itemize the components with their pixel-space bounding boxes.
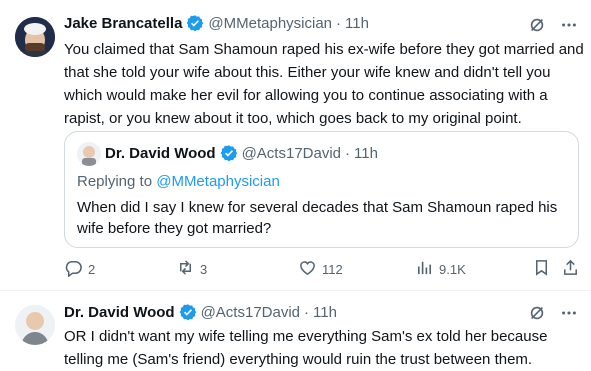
avatar-david[interactable]: [15, 305, 55, 345]
more-icon[interactable]: [559, 15, 579, 35]
reply-icon: [64, 258, 83, 280]
quote-header: Dr. David Wood @Acts17David · 11h: [105, 144, 378, 162]
separator-dot: ·: [304, 303, 310, 321]
quote-timestamp[interactable]: 11h: [354, 145, 378, 162]
views-button[interactable]: 9.1K: [415, 258, 466, 280]
tweet-top-icons: [527, 303, 579, 323]
quote-author-handle[interactable]: @Acts17David: [242, 145, 341, 162]
tweet-header: Dr. David Wood @Acts17David · 11h: [64, 303, 337, 321]
verified-badge-icon: [179, 303, 197, 321]
tweet-top-icons: [527, 15, 579, 35]
like-count: 112: [322, 261, 343, 277]
separator-dot: ·: [345, 144, 351, 162]
grok-icon[interactable]: [527, 15, 547, 35]
tweet-text: You claimed that Sam Shamoun raped his e…: [64, 41, 584, 127]
tweet-jake[interactable]: Jake Brancatella @MMetaphysician · 11h Y…: [0, 0, 591, 290]
retweet-icon: [176, 258, 195, 280]
bookmark-icon: [532, 258, 551, 280]
views-icon: [415, 258, 434, 280]
more-icon[interactable]: [559, 303, 579, 323]
quote-author-name[interactable]: Dr. David Wood: [105, 145, 216, 162]
timestamp[interactable]: 11h: [345, 15, 369, 32]
author-name[interactable]: Jake Brancatella: [64, 15, 182, 32]
reply-button[interactable]: 2: [64, 258, 95, 280]
grok-icon[interactable]: [527, 303, 547, 323]
like-icon: [298, 258, 317, 280]
timestamp[interactable]: 11h: [313, 304, 337, 321]
replying-prefix: Replying to: [77, 173, 157, 190]
retweet-count: 3: [200, 261, 208, 277]
author-handle[interactable]: @MMetaphysician: [208, 15, 332, 32]
avatar-david-quote[interactable]: [77, 142, 101, 166]
replying-mention[interactable]: @MMetaphysician: [156, 173, 280, 190]
share-icon: [561, 258, 580, 280]
verified-badge-icon: [220, 144, 238, 162]
retweet-button[interactable]: 3: [176, 258, 207, 280]
avatar-jake[interactable]: [15, 17, 55, 57]
verified-badge-icon: [186, 14, 204, 32]
author-name[interactable]: Dr. David Wood: [64, 304, 175, 321]
like-button[interactable]: 112: [298, 258, 343, 280]
tweet-text: OR I didn't want my wife telling me ever…: [64, 328, 548, 368]
quoted-tweet[interactable]: Dr. David Wood @Acts17David · 11h Replyi…: [64, 131, 579, 248]
share-button[interactable]: [561, 258, 580, 280]
author-handle[interactable]: @Acts17David: [201, 304, 300, 321]
separator-dot: ·: [336, 14, 342, 32]
tweet-divider: [0, 290, 591, 291]
quote-text: When did I say I knew for several decade…: [77, 199, 558, 237]
views-count: 9.1K: [439, 261, 466, 277]
bookmark-button[interactable]: [532, 258, 551, 280]
tweet-header: Jake Brancatella @MMetaphysician · 11h: [64, 14, 369, 32]
reply-count: 2: [88, 261, 96, 277]
action-bar: 2 3 112 9.1K: [64, 258, 579, 282]
replying-to: Replying to @MMetaphysician: [77, 173, 280, 190]
